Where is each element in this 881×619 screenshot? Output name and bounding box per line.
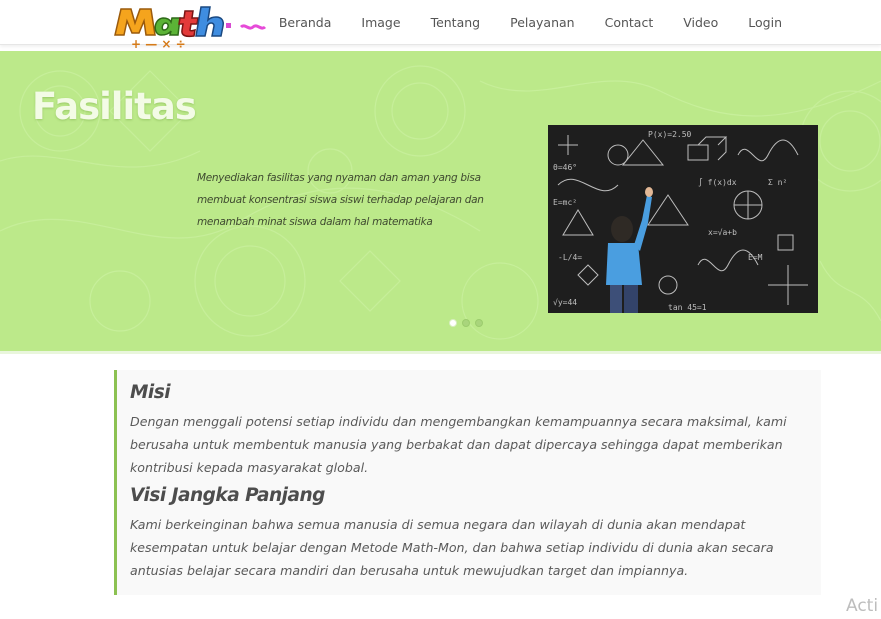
visi-title: Visi Jangka Panjang (130, 485, 325, 506)
svg-text:+ — × ÷: + — × ÷ (131, 37, 186, 51)
hero-slider: Fasilitas Menyediakan fasilitas yang nya… (0, 51, 881, 354)
nav-contact[interactable]: Contact (590, 15, 669, 30)
svg-text:-L/4=: -L/4= (558, 253, 582, 262)
svg-text:∫ f(x)dx: ∫ f(x)dx (698, 178, 737, 187)
nav-login[interactable]: Login (733, 15, 797, 30)
hero-title: Fasilitas (32, 85, 197, 128)
slider-dots (449, 319, 483, 327)
activate-windows-watermark: Acti (846, 596, 879, 616)
nav-image[interactable]: Image (346, 15, 415, 30)
svg-text:√y=44: √y=44 (553, 298, 577, 307)
nav-pelayanan[interactable]: Pelayanan (495, 15, 589, 30)
misi-text: Dengan menggali potensi setiap individu … (130, 414, 787, 475)
visi-text: Kami berkeinginan bahwa semua manusia di… (130, 517, 774, 578)
top-navbar: + — × ÷ Beranda Image Tentang Pelayanan … (0, 0, 881, 51)
svg-text:θ=46°: θ=46° (553, 163, 577, 172)
svg-text:Σ n²: Σ n² (768, 178, 787, 187)
svg-text:tan 45=1: tan 45=1 (668, 303, 707, 312)
svg-text:E=M: E=M (748, 253, 763, 262)
nav-beranda[interactable]: Beranda (264, 15, 347, 30)
math-logo[interactable]: + — × ÷ (113, 3, 278, 51)
child-at-chalkboard-image: P(x)=2.50 θ=46° ∫ f(x)dx Σ n² E=mc² x=√a… (548, 125, 818, 313)
slider-dot-1[interactable] (449, 319, 457, 327)
misi-title: Misi (130, 382, 171, 403)
hero-description: Menyediakan fasilitas yang nyaman dan am… (197, 172, 484, 228)
slider-dot-2[interactable] (462, 319, 470, 327)
svg-text:P(x)=2.50: P(x)=2.50 (648, 130, 692, 139)
svg-text:E=mc²: E=mc² (553, 198, 577, 207)
svg-text:x=√a+b: x=√a+b (708, 228, 737, 237)
slider-dot-3[interactable] (475, 319, 483, 327)
nav-video[interactable]: Video (668, 15, 733, 30)
main-nav: Beranda Image Tentang Pelayanan Contact … (264, 0, 797, 44)
nav-tentang[interactable]: Tentang (416, 15, 496, 30)
misi-visi-panel: Misi Dengan menggali potensi setiap indi… (114, 370, 821, 595)
